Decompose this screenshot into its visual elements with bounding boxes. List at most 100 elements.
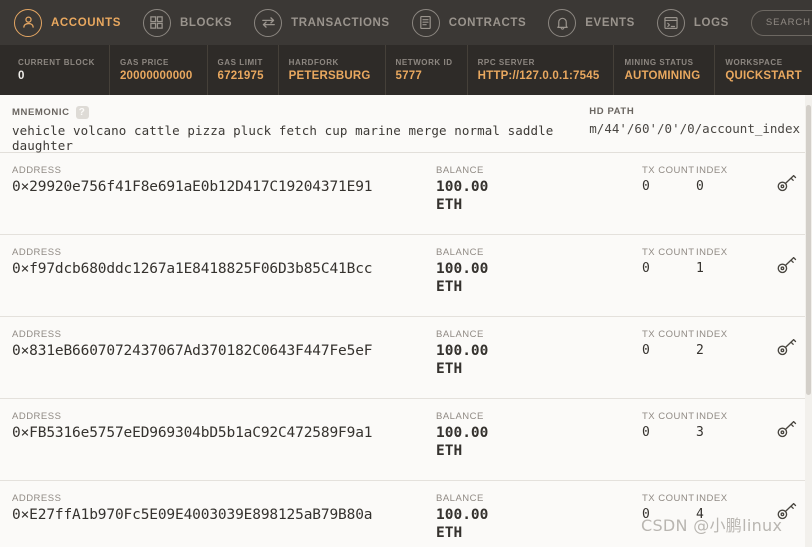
- account-tx-count-cell: TX COUNT 0: [642, 493, 696, 522]
- account-balance-unit: ETH: [436, 360, 463, 377]
- tx-count-label: TX COUNT: [642, 329, 695, 340]
- index-label: INDEX: [696, 411, 728, 422]
- vertical-scrollbar[interactable]: [805, 95, 812, 547]
- account-index-value: 1: [696, 261, 704, 276]
- account-index-value: 3: [696, 425, 704, 440]
- accounts-list[interactable]: ADDRESS 0×29920e756f41F8e691aE0b12D417C1…: [0, 153, 812, 547]
- account-index-value: 4: [696, 507, 704, 522]
- account-balance-unit: ETH: [436, 196, 463, 213]
- account-balance-value: 100.00: [436, 507, 489, 523]
- hd-path-value: m/44'/60'/0'/0/account_index: [589, 121, 800, 136]
- question-mark-icon[interactable]: ?: [75, 106, 89, 119]
- stat-label-gas-price: GAS PRICE: [119, 58, 169, 67]
- stat-label-mining-status: MINING STATUS: [624, 58, 694, 67]
- nav-label-transactions: TRANSACTIONS: [291, 16, 390, 29]
- balance-label: BALANCE: [436, 165, 484, 176]
- key-icon[interactable]: [776, 337, 798, 362]
- address-label: ADDRESS: [12, 493, 62, 504]
- tx-count-label: TX COUNT: [642, 411, 695, 422]
- show-private-key-button[interactable]: [758, 493, 798, 526]
- nav-label-contracts: CONTRACTS: [448, 16, 527, 29]
- balance-label: BALANCE: [436, 411, 484, 422]
- balance-label: BALANCE: [436, 493, 484, 504]
- key-icon[interactable]: [776, 501, 798, 526]
- search-input[interactable]: [765, 17, 812, 28]
- account-address-value: 0×f97dcb680ddc1267a1E8418825F06D3b85C41B…: [12, 261, 373, 277]
- account-tx-count-value: 0: [642, 343, 650, 358]
- show-private-key-button[interactable]: [758, 165, 798, 198]
- table-row[interactable]: ADDRESS 0×831eB6607072437067Ad370182C064…: [0, 317, 812, 399]
- stat-rpc-server: RPC SERVER HTTP://127.0.0.1:7545: [468, 45, 615, 95]
- index-label: INDEX: [696, 247, 728, 258]
- mnemonic-words: vehicle volcano cattle pizza pluck fetch…: [12, 123, 554, 153]
- account-address-value: 0×29920e756f41F8e691aE0b12D417C19204371E…: [12, 179, 373, 195]
- stat-label-hardfork: HARDFORK: [288, 58, 339, 67]
- search-box[interactable]: [750, 9, 812, 36]
- account-balance-value: 100.00: [436, 425, 489, 441]
- account-balance-cell: BALANCE 100.00 ETH: [432, 411, 642, 460]
- account-index-value: 2: [696, 343, 704, 358]
- stat-value-gas-limit: 6721975: [217, 70, 264, 82]
- key-icon[interactable]: [776, 419, 798, 444]
- index-label: INDEX: [696, 493, 728, 504]
- nav-label-events: EVENTS: [585, 16, 635, 29]
- address-label: ADDRESS: [12, 247, 62, 258]
- show-private-key-button[interactable]: [758, 247, 798, 280]
- account-index-cell: INDEX 0: [696, 165, 758, 194]
- address-label: ADDRESS: [12, 411, 62, 422]
- nav-item-contracts[interactable]: CONTRACTS: [411, 8, 527, 37]
- stat-value-rpc-server: HTTP://127.0.0.1:7545: [477, 70, 600, 82]
- account-address-value: 0×FB5316e5757eED969304bD5b1aC92C472589F9…: [12, 425, 373, 441]
- nav-label-logs: LOGS: [693, 16, 729, 29]
- stat-label-rpc-server: RPC SERVER: [477, 58, 535, 67]
- address-label: ADDRESS: [12, 329, 62, 340]
- tx-count-label: TX COUNT: [642, 165, 695, 176]
- stat-value-hardfork: PETERSBURG: [288, 70, 371, 82]
- account-balance-unit: ETH: [436, 524, 463, 541]
- scrollbar-thumb[interactable]: [806, 105, 811, 395]
- account-address-cell: ADDRESS 0×f97dcb680ddc1267a1E8418825F06D…: [12, 247, 432, 277]
- table-row[interactable]: ADDRESS 0×E27ffA1b970Fc5E09E4003039E8981…: [0, 481, 812, 547]
- blocks-grid-icon: [142, 8, 171, 37]
- account-address-cell: ADDRESS 0×FB5316e5757eED969304bD5b1aC92C…: [12, 411, 432, 441]
- account-balance-value: 100.00: [436, 261, 489, 277]
- key-icon[interactable]: [776, 173, 798, 198]
- account-index-cell: INDEX 2: [696, 329, 758, 358]
- nav-label-accounts: ACCOUNTS: [51, 16, 121, 29]
- tx-count-label: TX COUNT: [642, 493, 695, 504]
- table-row[interactable]: ADDRESS 0×FB5316e5757eED969304bD5b1aC92C…: [0, 399, 812, 481]
- tx-count-label: TX COUNT: [642, 247, 695, 258]
- account-tx-count-cell: TX COUNT 0: [642, 329, 696, 358]
- account-tx-count-cell: TX COUNT 0: [642, 247, 696, 276]
- stat-value-network-id: 5777: [395, 70, 422, 82]
- balance-label: BALANCE: [436, 247, 484, 258]
- nav-item-blocks[interactable]: BLOCKS: [142, 8, 232, 37]
- account-balance-unit: ETH: [436, 442, 463, 459]
- key-icon[interactable]: [776, 255, 798, 280]
- nav-item-events[interactable]: EVENTS: [548, 8, 635, 37]
- show-private-key-button[interactable]: [758, 411, 798, 444]
- stat-network-id: NETWORK ID 5777: [386, 45, 468, 95]
- account-balance-cell: BALANCE 100.00 ETH: [432, 165, 642, 214]
- nav-item-logs[interactable]: LOGS: [656, 8, 729, 37]
- account-tx-count-cell: TX COUNT 0: [642, 165, 696, 194]
- stat-gas-limit: GAS LIMIT 6721975: [208, 45, 279, 95]
- account-index-cell: INDEX 4: [696, 493, 758, 522]
- show-private-key-button[interactable]: [758, 329, 798, 362]
- account-index-cell: INDEX 3: [696, 411, 758, 440]
- index-label: INDEX: [696, 165, 728, 176]
- nav-item-accounts[interactable]: ACCOUNTS: [14, 8, 121, 37]
- account-address-cell: ADDRESS 0×831eB6607072437067Ad370182C064…: [12, 329, 432, 359]
- table-row[interactable]: ADDRESS 0×29920e756f41F8e691aE0b12D417C1…: [0, 153, 812, 235]
- account-address-value: 0×831eB6607072437067Ad370182C0643F447Fe5…: [12, 343, 373, 359]
- mnemonic-section: MNEMONIC ? vehicle volcano cattle pizza …: [12, 106, 579, 153]
- index-label: INDEX: [696, 329, 728, 340]
- account-icon: [14, 8, 42, 37]
- table-row[interactable]: ADDRESS 0×f97dcb680ddc1267a1E8418825F06D…: [0, 235, 812, 317]
- nav-item-transactions[interactable]: TRANSACTIONS: [254, 8, 390, 37]
- account-tx-count-value: 0: [642, 425, 650, 440]
- stat-gas-price: GAS PRICE 20000000000: [110, 45, 208, 95]
- stat-value-current-block: 0: [18, 70, 25, 82]
- account-balance-cell: BALANCE 100.00 ETH: [432, 247, 642, 296]
- account-balance-cell: BALANCE 100.00 ETH: [432, 493, 642, 542]
